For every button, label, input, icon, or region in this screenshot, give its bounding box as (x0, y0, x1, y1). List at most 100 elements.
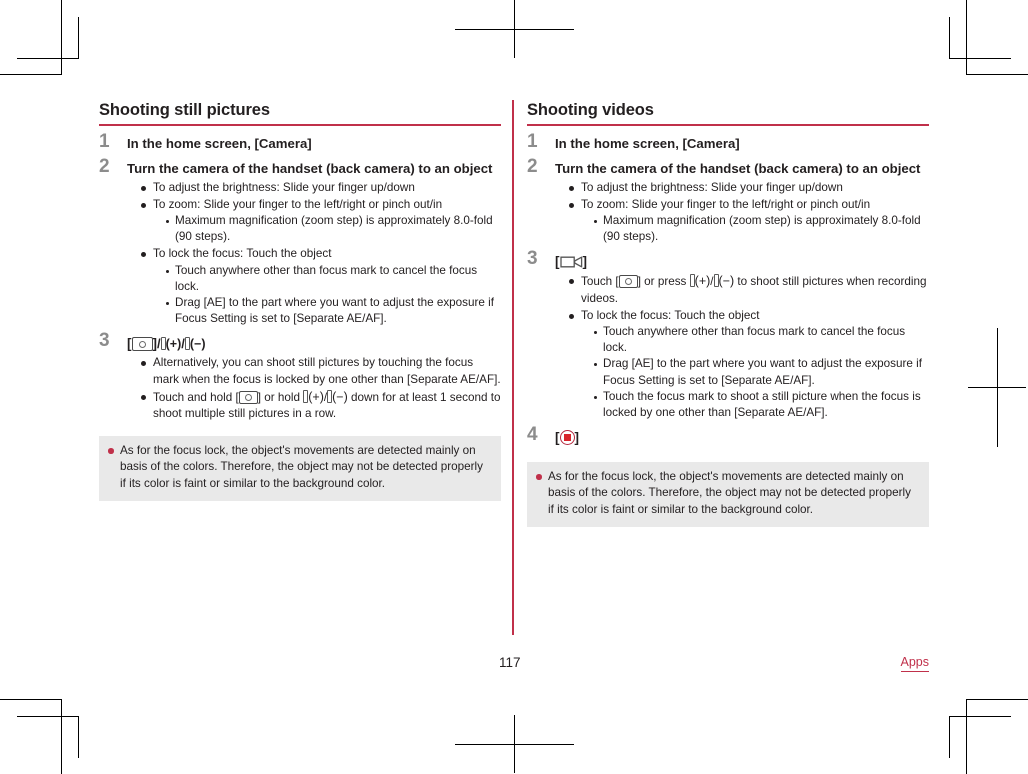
sub-bullets: Touch anywhere other than focus mark to … (581, 324, 929, 421)
bullet-text: To zoom: Slide your finger to the left/r… (581, 197, 871, 211)
list-item: To adjust the brightness: Slide your fin… (141, 180, 501, 196)
volume-down-key-icon[interactable] (327, 389, 333, 403)
camera-shutter-icon[interactable] (238, 390, 258, 404)
step-heading-icons: [] (555, 428, 929, 448)
sub-bullet-text: Drag [AE] to the part where you want to … (603, 357, 922, 387)
page-number: 117 (499, 655, 521, 670)
list-item: Maximum magnification (zoom step) is app… (593, 213, 929, 245)
open-bracket: [ (555, 430, 560, 446)
step-2-bullets: To adjust the brightness: Slide your fin… (555, 180, 929, 246)
bullet-text-pre: Touch [ (581, 275, 619, 289)
volume-up-sign: (+) (165, 337, 182, 352)
step-heading: Turn the camera of the handset (back cam… (127, 161, 493, 177)
step-number: 1 (527, 130, 538, 152)
step-heading: In the home screen, [Camera] (127, 135, 312, 151)
volume-down-sign: (−) (332, 389, 348, 404)
note-list: As for the focus lock, the object's move… (108, 443, 492, 492)
bullet-text-pre: Touch and hold [ (153, 390, 239, 404)
open-bracket: [ (127, 336, 132, 352)
sub-bullets: Maximum magnification (zoom step) is app… (153, 213, 501, 245)
manual-page: Shooting still pictures 1 In the home sc… (0, 0, 1028, 774)
close-bracket: ] (582, 254, 588, 270)
title-rule-right (527, 124, 929, 126)
volume-down-sign: (−) (718, 274, 735, 289)
note-item: As for the focus lock, the object's move… (108, 443, 492, 492)
sub-bullet-text: Touch anywhere other than focus mark to … (175, 263, 478, 293)
step-3-bullets: Touch [] or press (+)/(−) to shoot still… (555, 273, 929, 421)
sub-bullet-text: Touch anywhere other than focus mark to … (603, 325, 906, 355)
bullet-text: To lock the focus: Touch the object (153, 247, 332, 261)
title-rule-left (99, 124, 501, 126)
record-stop-icon[interactable] (559, 430, 575, 446)
sub-bullets: Touch anywhere other than focus mark to … (153, 263, 501, 328)
step-2-right: 2 Turn the camera of the handset (back c… (527, 156, 929, 246)
step-3-bullets: Alternatively, you can shoot still pictu… (127, 355, 501, 422)
step-number: 1 (99, 130, 110, 152)
sub-bullet-text: Maximum magnification (zoom step) is app… (175, 214, 493, 244)
right-column: Shooting videos 1 In the home screen, [C… (527, 100, 929, 527)
list-item: Drag [AE] to the part where you want to … (593, 356, 929, 388)
step-number: 2 (527, 156, 538, 178)
list-item: To zoom: Slide your finger to the left/r… (569, 197, 929, 246)
column-divider (512, 100, 514, 635)
list-item: Alternatively, you can shoot still pictu… (141, 355, 501, 387)
step-heading: Turn the camera of the handset (back cam… (555, 161, 921, 177)
step-2-bullets: To adjust the brightness: Slide your fin… (127, 180, 501, 328)
list-item: To adjust the brightness: Slide your fin… (569, 180, 929, 196)
step-number: 3 (99, 330, 110, 352)
list-item: Touch anywhere other than focus mark to … (593, 324, 929, 356)
page-title-still-pictures: Shooting still pictures (99, 101, 270, 119)
left-column: Shooting still pictures 1 In the home sc… (99, 100, 501, 501)
bullet-text-mid: ] or hold (257, 390, 304, 404)
volume-up-sign: (+) (308, 389, 324, 404)
step-heading-icons: []/(+)/(−) (127, 334, 501, 354)
video-camera-icon[interactable] (559, 255, 583, 269)
page-footer: 117 Apps (99, 655, 929, 679)
sub-bullet-text: Maximum magnification (zoom step) is app… (603, 214, 921, 244)
volume-up-sign: (+) (694, 274, 711, 289)
step-number: 3 (527, 248, 538, 270)
volume-up-key-icon[interactable] (160, 337, 166, 351)
step-1-right: 1 In the home screen, [Camera] (527, 130, 929, 154)
list-item: Touch and hold [] or hold (+)/(−) down f… (141, 389, 501, 422)
list-item: Drag [AE] to the part where you want to … (165, 295, 501, 327)
note-box-left: As for the focus lock, the object's move… (99, 436, 501, 501)
volume-down-key-icon[interactable] (184, 337, 190, 351)
step-4-right: 4 [] (527, 424, 929, 448)
sub-bullet-text: Drag [AE] to the part where you want to … (175, 296, 494, 326)
section-tag-apps[interactable]: Apps (900, 655, 929, 672)
step-2-left: 2 Turn the camera of the handset (back c… (99, 156, 501, 328)
volume-up-key-icon[interactable] (689, 274, 695, 288)
close-bracket: ] (574, 430, 580, 446)
list-item: Maximum magnification (zoom step) is app… (165, 213, 501, 245)
list-item: Touch the focus mark to shoot a still pi… (593, 389, 929, 421)
volume-down-key-icon[interactable] (713, 274, 719, 288)
sub-bullet-text: Touch the focus mark to shoot a still pi… (603, 389, 921, 420)
list-item: To zoom: Slide your finger to the left/r… (141, 197, 501, 246)
volume-up-key-icon[interactable] (303, 389, 309, 403)
volume-down-sign: (−) (189, 337, 206, 352)
camera-shutter-icon[interactable] (618, 275, 638, 289)
list-item: To lock the focus: Touch the object Touc… (569, 308, 929, 421)
list-item: Touch anywhere other than focus mark to … (165, 263, 501, 295)
list-item: To lock the focus: Touch the object Touc… (141, 246, 501, 327)
step-heading: In the home screen, [Camera] (555, 135, 740, 151)
list-item: Touch [] or press (+)/(−) to shoot still… (569, 273, 929, 306)
step-heading-icons: [] (555, 252, 929, 272)
bullet-text: Alternatively, you can shoot still pictu… (153, 356, 501, 386)
note-text: As for the focus lock, the object's move… (548, 470, 911, 516)
bullet-text: To lock the focus: Touch the object (581, 308, 760, 322)
two-column-body: Shooting still pictures 1 In the home sc… (99, 100, 929, 640)
step-1-left: 1 In the home screen, [Camera] (99, 130, 501, 154)
bullet-text: To adjust the brightness: Slide your fin… (581, 180, 843, 194)
step-3-right: 3 [] Touch [] or press (+)/(−) to shoot … (527, 248, 929, 421)
sub-bullets: Maximum magnification (zoom step) is app… (581, 213, 929, 245)
note-text: As for the focus lock, the object's move… (120, 444, 483, 490)
bullet-text: To adjust the brightness: Slide your fin… (153, 180, 415, 194)
camera-shutter-icon[interactable] (131, 337, 153, 352)
page-title-videos: Shooting videos (527, 101, 654, 119)
step-number: 4 (527, 424, 538, 446)
note-list: As for the focus lock, the object's move… (536, 469, 920, 518)
step-number: 2 (99, 156, 110, 178)
bullet-text-mid: ] or press (637, 275, 690, 289)
